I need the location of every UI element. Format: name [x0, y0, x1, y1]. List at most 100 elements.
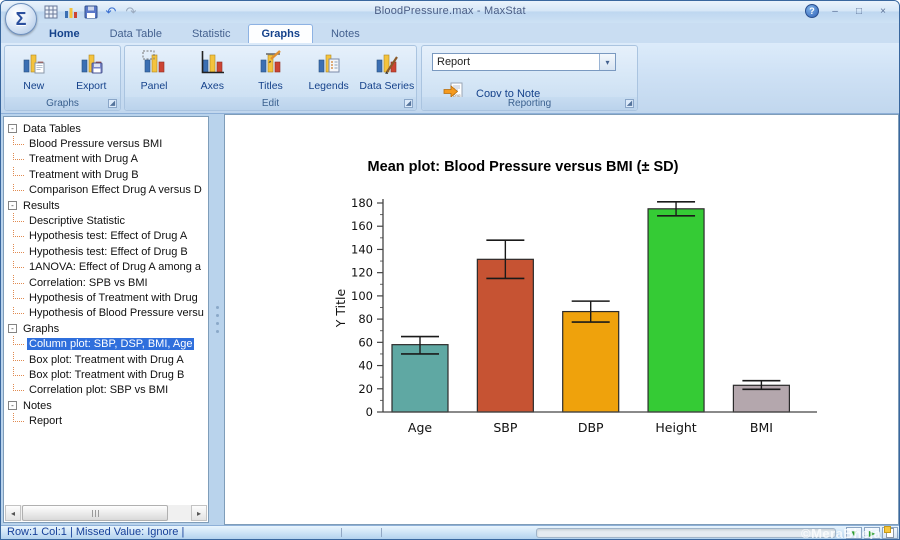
tree-connector-line [13, 305, 24, 315]
titlebar: Σ ↶ ↷ BloodPressure.max - MaxStat ? – □ … [1, 1, 899, 35]
tab-home[interactable]: Home [37, 25, 92, 43]
tree-item[interactable]: - Results [6, 198, 207, 213]
tree-item[interactable]: Treatment with Drug A [6, 151, 207, 167]
tree-item-label: Box plot: Treatment with Drug A [29, 353, 184, 366]
dialog-launcher-icon[interactable]: ◢ [625, 99, 634, 108]
group-caption-edit: Edit ◢ [125, 97, 416, 110]
tree-item-label: Column plot: SBP, DSP, BMI, Age [27, 338, 195, 351]
status-down-arrow-icon[interactable]: ▼ [846, 527, 862, 539]
tree-collapse-icon[interactable]: - [8, 324, 17, 334]
group-caption-graphs: Graphs ◢ [5, 97, 120, 110]
data-series-button[interactable]: Data Series [359, 48, 415, 92]
svg-text:0: 0 [366, 405, 373, 419]
status-new-note-icon[interactable] [882, 526, 898, 539]
tree-item[interactable]: - Data Tables [6, 121, 207, 136]
tree-item[interactable]: Descriptive Statistic [6, 213, 207, 228]
tree-item-label: Correlation plot: SBP vs BMI [29, 384, 169, 397]
dialog-launcher-icon[interactable]: ◢ [404, 99, 413, 108]
help-icon[interactable]: ? [805, 4, 819, 18]
new-graph-button[interactable]: New [6, 48, 62, 92]
tab-data-table[interactable]: Data Table [98, 25, 174, 43]
tree-item[interactable]: Hypothesis of Blood Pressure versu [6, 305, 207, 321]
group-caption-reporting: Reporting ◢ [422, 97, 637, 110]
undo-icon[interactable]: ↶ [103, 4, 119, 19]
scrollbar-thumb[interactable] [22, 505, 168, 521]
close-button[interactable]: × [875, 5, 891, 18]
maximize-button[interactable]: □ [851, 5, 867, 18]
tree-connector-line [13, 228, 24, 238]
tab-graphs[interactable]: Graphs [248, 24, 313, 43]
minimize-button[interactable]: – [827, 5, 843, 18]
tree-item[interactable]: Hypothesis test: Effect of Drug A [6, 228, 207, 244]
quick-access-toolbar: ↶ ↷ [43, 4, 139, 19]
legends-button[interactable]: Legends [301, 48, 357, 92]
project-tree-panel: - Data Tables Blood Pressure versus BMI Tre… [3, 116, 209, 523]
scrollbar-track[interactable] [21, 505, 191, 521]
ribbon-tab-bar: Home Data Table Statistic Graphs Notes [1, 23, 899, 43]
tree-item-label: Notes [23, 399, 52, 412]
tree-collapse-icon[interactable]: - [8, 124, 17, 134]
ribbon-group-reporting: Report ▾ png Copy to Note Reporting ◢ [421, 45, 638, 111]
tree-item[interactable]: Hypothesis test: Effect of Drug B [6, 244, 207, 259]
tab-statistic[interactable]: Statistic [180, 25, 243, 43]
svg-text:140: 140 [351, 242, 373, 256]
scroll-left-arrow-icon[interactable]: ◂ [5, 505, 21, 521]
scroll-right-arrow-icon[interactable]: ▸ [191, 505, 207, 521]
tree-item[interactable]: Box plot: Treatment with Drug A [6, 351, 207, 367]
svg-text:Y Title: Y Title [333, 288, 348, 328]
status-icons: ▼ ▶ [846, 526, 898, 539]
tree-item-label: Blood Pressure versus BMI [29, 138, 163, 151]
chart-panel[interactable]: Mean plot: Blood Pressure versus BMI (± … [224, 114, 899, 525]
tree-item[interactable]: Box plot: Treatment with Drug B [6, 367, 207, 382]
tree-connector-line [13, 213, 24, 223]
tree-item[interactable]: - Notes [6, 398, 207, 413]
tree-item[interactable]: Comparison Effect Drug A versus D [6, 182, 207, 198]
tree-item[interactable]: 1ANOVA: Effect of Drug A among a [6, 259, 207, 275]
tab-notes[interactable]: Notes [319, 25, 372, 43]
redo-icon[interactable]: ↷ [123, 4, 139, 19]
titles-button[interactable]: Titles [242, 48, 298, 92]
tree-collapse-icon[interactable]: - [8, 401, 17, 411]
tree-connector-line [13, 244, 24, 253]
panel-splitter[interactable] [210, 114, 224, 525]
quick-chart-icon[interactable] [63, 4, 79, 19]
svg-text:Height: Height [655, 420, 696, 435]
bar-chart: Mean plot: Blood Pressure versus BMI (± … [333, 159, 817, 435]
tree-item[interactable]: Blood Pressure versus BMI [6, 136, 207, 151]
tree-item[interactable]: Correlation: SPB vs BMI [6, 274, 207, 290]
dialog-launcher-icon[interactable]: ◢ [108, 99, 117, 108]
data-series-chart-icon [374, 50, 399, 79]
tree-horizontal-scrollbar[interactable]: ◂ ▸ [5, 505, 207, 521]
tree-connector-line [13, 336, 24, 346]
window-controls: ? – □ × [805, 4, 891, 18]
tree-collapse-icon[interactable]: - [8, 201, 17, 211]
ribbon-group-edit: Panel Axes Titles Legends Data Series Ed… [124, 45, 417, 111]
tree-connector-line [13, 367, 24, 376]
tree-connector-line [13, 274, 24, 284]
new-chart-icon [21, 50, 46, 79]
status-text: Row:1 Col:1 | Missed Value: Ignore | [7, 526, 185, 538]
panel-button[interactable]: Panel [126, 48, 182, 92]
save-icon[interactable] [83, 4, 99, 19]
status-progress-area [536, 528, 836, 538]
tree-item[interactable]: Hypothesis of Treatment with Drug [6, 290, 207, 305]
report-combobox[interactable]: Report ▾ [432, 53, 616, 71]
tree-item[interactable]: Treatment with Drug B [6, 167, 207, 182]
sigma-logo-icon: Σ [15, 8, 27, 29]
axes-button[interactable]: Axes [184, 48, 240, 92]
tree-item[interactable]: Correlation plot: SBP vs BMI [6, 382, 207, 398]
svg-text:SBP: SBP [493, 420, 518, 435]
tree-connector-line [13, 259, 24, 269]
tree-item[interactable]: - Graphs [6, 321, 207, 336]
app-menu-button[interactable]: Σ [5, 3, 37, 35]
tree-item[interactable]: Column plot: SBP, DSP, BMI, Age [6, 336, 207, 351]
data-table-icon[interactable] [43, 4, 59, 19]
tree-item-label: Graphs [23, 322, 60, 335]
chevron-down-icon[interactable]: ▾ [599, 54, 615, 70]
tree-connector-line [13, 413, 24, 423]
status-right-arrow-icon[interactable]: ▶ [864, 527, 880, 539]
tree-item-label: Data Tables [23, 122, 81, 135]
svg-text:BMI: BMI [750, 420, 773, 435]
export-graph-button[interactable]: Export [63, 48, 119, 92]
tree-item[interactable]: Report [6, 413, 207, 428]
